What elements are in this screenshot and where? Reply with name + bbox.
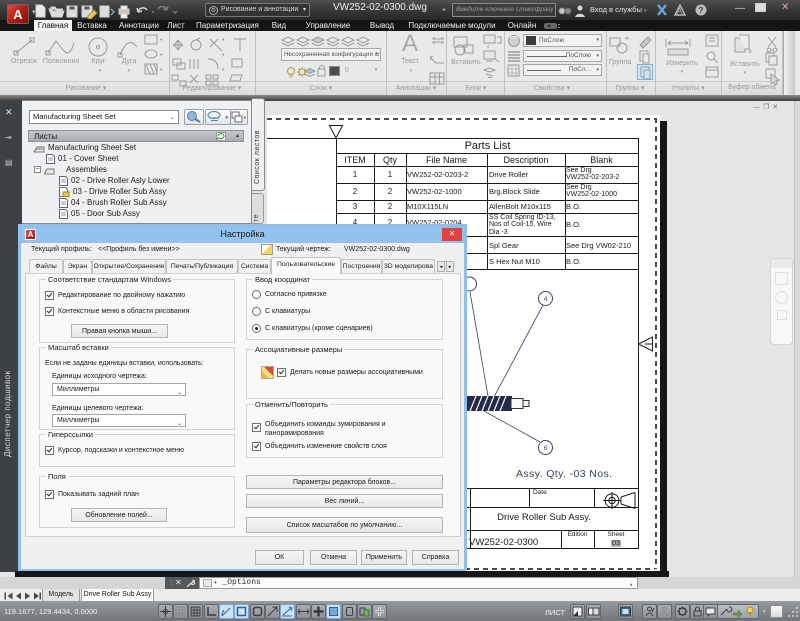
svg-text:6: 6 [544, 445, 548, 452]
svg-text:4: 4 [544, 296, 548, 303]
svg-text:?: ? [699, 6, 704, 15]
svg-text:A: A [677, 7, 683, 16]
